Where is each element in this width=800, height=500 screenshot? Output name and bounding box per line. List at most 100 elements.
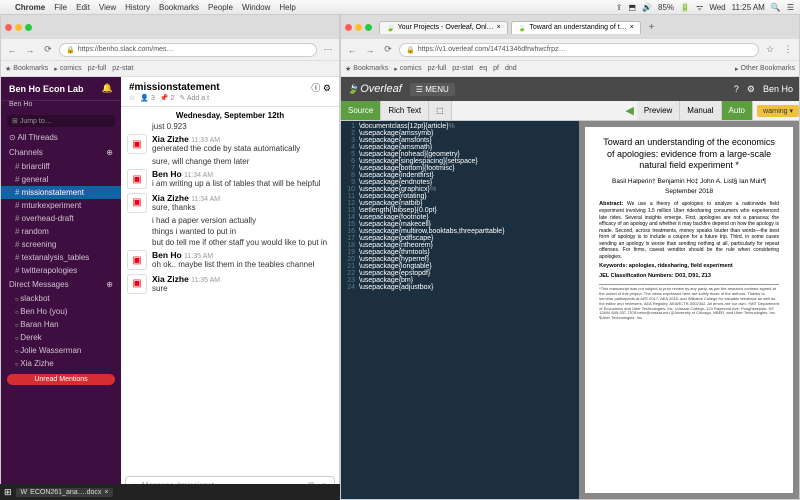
browser-tab[interactable]: 🍃 Your Projects - Overleaf, Onl… × <box>379 21 508 34</box>
star-icon[interactable]: ☆ <box>763 43 777 57</box>
reload-button[interactable]: ⟳ <box>381 43 395 57</box>
bookmark-item[interactable]: eq <box>479 65 487 72</box>
menu-window[interactable]: Window <box>242 3 270 12</box>
clock-time[interactable]: 11:25 AM <box>732 3 765 12</box>
avatar[interactable]: ▣ <box>127 169 147 189</box>
window-minimize-icon[interactable] <box>15 24 22 31</box>
app-name[interactable]: Chrome <box>15 3 45 12</box>
tab-richtext[interactable]: Rich Text <box>381 101 429 120</box>
menu-view[interactable]: View <box>99 3 116 12</box>
editor-line[interactable]: 4\usepackage{amsmath} <box>341 144 579 151</box>
sidebar-dm[interactable]: Derek <box>1 331 121 344</box>
bookmark-item[interactable]: pf <box>493 65 499 72</box>
editor-line[interactable]: 23\usepackage{bm} <box>341 277 579 284</box>
sidebar-dm[interactable]: Jolie Wasserman <box>1 344 121 357</box>
editor-line[interactable]: 13\setlength{\bibsep}{0.0pt} <box>341 207 579 214</box>
settings-gear-icon[interactable]: ⚙ <box>747 84 755 95</box>
bookmark-item[interactable]: pz-full <box>88 65 107 72</box>
editor-line[interactable]: 10\usepackage{graphicx}% <box>341 186 579 193</box>
source-editor[interactable]: 1\documentclass[12pt]{article}%2\usepack… <box>341 121 579 499</box>
menu-bookmarks[interactable]: Bookmarks <box>159 3 199 12</box>
editor-line[interactable]: 24\usepackage{adjustbox} <box>341 284 579 291</box>
star-icon[interactable]: ☆ <box>129 94 135 102</box>
battery-icon[interactable]: 🔋 <box>680 3 690 12</box>
clock-day[interactable]: Wed <box>709 3 725 12</box>
url-input[interactable]: 🔒https://v1.overleaf.com/14741346dfrwhwc… <box>399 43 759 57</box>
sidebar-channel-general[interactable]: general <box>1 173 121 186</box>
bookmark-item[interactable]: pz-stat <box>112 65 133 72</box>
editor-line[interactable]: 19\usepackage{thmtools} <box>341 249 579 256</box>
bookmark-item[interactable]: pz-full <box>428 65 447 72</box>
menu-file[interactable]: File <box>54 3 67 12</box>
wifi-icon[interactable]: ᯤ <box>696 2 703 13</box>
dropbox-status-icon[interactable]: ⇪ <box>616 3 623 12</box>
sidebar-channel-briarcliff[interactable]: briarcliff <box>1 160 121 173</box>
editor-line[interactable]: 17\usepackage{pdflscape} <box>341 235 579 242</box>
window-minimize-icon[interactable] <box>355 24 362 31</box>
avatar[interactable]: ▣ <box>127 274 147 294</box>
editor-line[interactable]: 3\usepackage{amsfonts} <box>341 137 579 144</box>
tab-manual[interactable]: Manual <box>680 101 721 120</box>
split-icon[interactable]: ⬚ <box>429 101 452 120</box>
browser-tab[interactable]: 🍃 Toward an understanding of t… × <box>511 21 641 34</box>
sidebar-channel-twitterapologies[interactable]: twitterapologies <box>1 264 121 277</box>
add-dm-icon[interactable]: ⊕ <box>106 280 113 289</box>
avatar[interactable]: ▣ <box>127 250 147 270</box>
menu-help[interactable]: Help <box>279 3 295 12</box>
url-input[interactable]: 🔒https://benho.slack.com/mes… <box>59 43 317 57</box>
bookmark-item[interactable]: ▸ comics <box>394 65 421 73</box>
bookmark-item[interactable]: dnd <box>505 65 517 72</box>
bookmark-item[interactable]: pz-stat <box>452 65 473 72</box>
window-close-icon[interactable] <box>5 24 12 31</box>
info-icon[interactable]: ⓘ <box>311 83 320 93</box>
editor-line[interactable]: 21\usepackage{longtable} <box>341 263 579 270</box>
sidebar-channel-missionstatement[interactable]: missionstatement <box>1 186 121 199</box>
sidebar-dm[interactable]: Baran Han <box>1 318 121 331</box>
start-icon[interactable]: ⊞ <box>4 487 12 498</box>
forward-button[interactable]: → <box>23 43 37 57</box>
editor-line[interactable]: 22\usepackage{epstopdf} <box>341 270 579 277</box>
window-zoom-icon[interactable] <box>365 24 372 31</box>
editor-line[interactable]: 5\usepackage[nohead]{geometry} <box>341 151 579 158</box>
bookmark-item[interactable]: ★ Bookmarks <box>5 65 48 73</box>
menu-edit[interactable]: Edit <box>76 3 90 12</box>
close-tab-icon[interactable]: × <box>630 24 634 31</box>
sidebar-channel-mturkexperiment[interactable]: mturkexperiment <box>1 199 121 212</box>
pin-count[interactable]: 📌 2 <box>160 94 175 102</box>
avatar[interactable]: ▣ <box>127 134 147 154</box>
all-threads[interactable]: ⊙ All Threads <box>1 130 121 145</box>
editor-line[interactable]: 12\usepackage{natbib} <box>341 200 579 207</box>
avatar[interactable]: ▣ <box>127 193 147 213</box>
help-icon[interactable]: ? <box>734 84 739 94</box>
menu-button[interactable]: ☰ MENU <box>410 83 455 96</box>
bookmark-item[interactable]: ▸ comics <box>54 65 81 73</box>
taskbar-doc[interactable]: W ECON261_ana….docx × <box>16 488 114 497</box>
window-zoom-icon[interactable] <box>25 24 32 31</box>
editor-line[interactable]: 6\usepackage[singlespacing]{setspace} <box>341 158 579 165</box>
notification-icon[interactable]: ☰ <box>787 3 794 12</box>
reload-button[interactable]: ⟳ <box>41 43 55 57</box>
sidebar-dm[interactable]: Ben Ho (you) <box>1 305 121 318</box>
unread-mentions-badge[interactable]: Unread Mentions <box>7 374 115 385</box>
member-count[interactable]: 👤 3 <box>140 94 155 102</box>
tab-auto[interactable]: Auto <box>722 101 753 120</box>
sidebar-channel-screening[interactable]: screening <box>1 238 121 251</box>
new-tab-button[interactable]: + <box>644 20 660 35</box>
sidebar-channel-random[interactable]: random <box>1 225 121 238</box>
menu-history[interactable]: History <box>125 3 150 12</box>
menu-people[interactable]: People <box>208 3 233 12</box>
editor-line[interactable]: 16\usepackage{multirow,booktabs,threepar… <box>341 228 579 235</box>
sidebar-channel-textanalysis_tables[interactable]: textanalysis_tables <box>1 251 121 264</box>
forward-button[interactable]: → <box>363 43 377 57</box>
topic-add[interactable]: ✎ Add a t <box>179 94 209 102</box>
message-list[interactable]: Wednesday, September 12th just 0.923 ▣Xi… <box>121 107 339 472</box>
channels-header[interactable]: Channels⊕ <box>1 145 121 160</box>
user-menu[interactable]: Ben Ho <box>763 84 793 94</box>
workspace-header[interactable]: Ben Ho Econ Lab🔔 <box>1 77 121 101</box>
channel-name[interactable]: #missionstatement <box>129 82 220 93</box>
bell-icon[interactable]: 🔔 <box>102 83 113 94</box>
warning-dropdown[interactable]: warning ▾ <box>757 105 799 117</box>
menubar-icon[interactable]: ⬒ <box>629 3 637 12</box>
extensions-icon[interactable]: ⋯ <box>321 43 335 57</box>
tab-preview[interactable]: Preview <box>637 101 680 120</box>
